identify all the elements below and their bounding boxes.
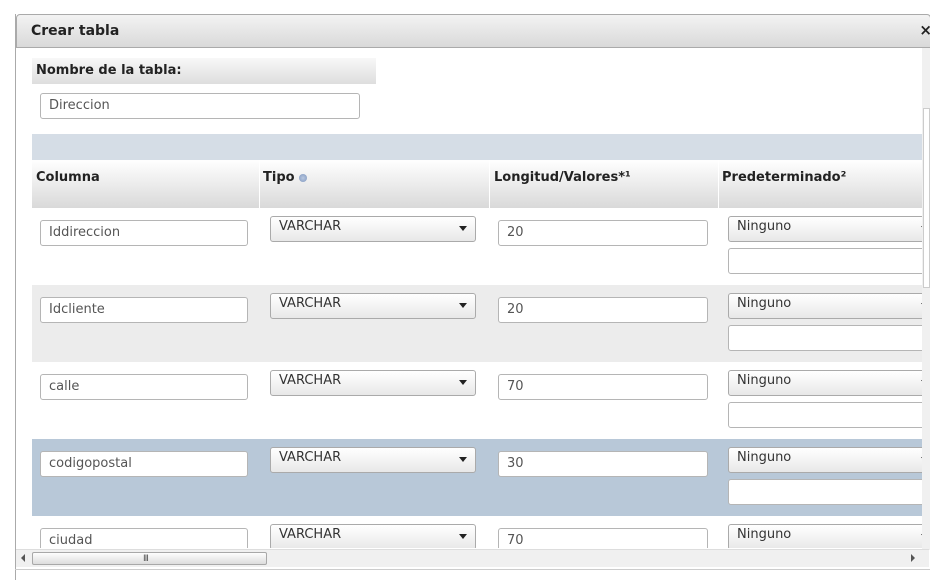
default-select[interactable]: Ninguno bbox=[728, 524, 929, 548]
scroll-left-icon[interactable] bbox=[21, 554, 25, 562]
default-value-input[interactable] bbox=[728, 248, 929, 274]
length-input[interactable]: 70 bbox=[498, 528, 708, 548]
vertical-scrollbar[interactable] bbox=[922, 48, 930, 550]
chevron-down-icon bbox=[459, 534, 467, 539]
dialog-titlebar[interactable]: Crear tabla × bbox=[16, 14, 930, 48]
chevron-down-icon bbox=[459, 226, 467, 231]
table-row: Iddireccion VARCHAR 20 Ninguno bbox=[32, 208, 929, 285]
header-columna: Columna bbox=[36, 170, 100, 185]
horizontal-scroll-thumb[interactable]: III bbox=[32, 552, 267, 565]
type-select[interactable]: VARCHAR bbox=[270, 524, 476, 548]
close-icon[interactable]: × bbox=[919, 21, 930, 39]
divider bbox=[15, 569, 930, 570]
default-select[interactable]: Ninguno bbox=[728, 293, 929, 319]
default-select-value: Ninguno bbox=[737, 219, 792, 234]
type-select-value: VARCHAR bbox=[279, 219, 342, 234]
chevron-down-icon bbox=[459, 457, 467, 462]
chevron-down-icon bbox=[459, 303, 467, 308]
scroll-grip: III bbox=[143, 554, 149, 564]
vertical-scroll-thumb[interactable] bbox=[923, 108, 930, 288]
table-row: Idcliente VARCHAR 20 Ninguno bbox=[32, 285, 929, 362]
length-input[interactable]: 20 bbox=[498, 220, 708, 246]
help-icon[interactable] bbox=[298, 173, 307, 182]
column-name-input[interactable]: Idcliente bbox=[40, 297, 248, 323]
dialog-title: Crear tabla bbox=[31, 23, 120, 39]
dialog-content: Nombre de la tabla: Direccion Columna Ti… bbox=[16, 48, 929, 548]
horizontal-scrollbar[interactable]: III bbox=[16, 549, 929, 567]
table-name-input[interactable]: Direccion bbox=[40, 93, 360, 119]
default-value-input[interactable] bbox=[728, 479, 929, 505]
default-select[interactable]: Ninguno bbox=[728, 447, 929, 473]
type-select[interactable]: VARCHAR bbox=[270, 293, 476, 319]
default-select-value: Ninguno bbox=[737, 527, 792, 542]
column-name-input[interactable]: ciudad bbox=[40, 528, 248, 548]
type-select-value: VARCHAR bbox=[279, 450, 342, 465]
length-input[interactable]: 20 bbox=[498, 297, 708, 323]
header-longitud: Longitud/Valores*¹ bbox=[494, 170, 631, 185]
default-select-value: Ninguno bbox=[737, 373, 792, 388]
header-divider bbox=[489, 160, 490, 208]
columns-header: Columna Tipo Longitud/Valores*¹ Predeter… bbox=[32, 160, 929, 208]
type-select-value: VARCHAR bbox=[279, 296, 342, 311]
column-name-input[interactable]: calle bbox=[40, 374, 248, 400]
header-divider bbox=[259, 160, 260, 208]
default-select-value: Ninguno bbox=[737, 450, 792, 465]
type-select-value: VARCHAR bbox=[279, 373, 342, 388]
table-row: codigopostal VARCHAR 30 Ninguno bbox=[32, 439, 929, 516]
column-name-input[interactable]: Iddireccion bbox=[40, 220, 248, 246]
type-select-value: VARCHAR bbox=[279, 527, 342, 542]
default-value-input[interactable] bbox=[728, 325, 929, 351]
header-tipo: Tipo bbox=[263, 170, 307, 185]
default-select-value: Ninguno bbox=[737, 296, 792, 311]
header-tipo-label: Tipo bbox=[263, 170, 295, 185]
table-row: ciudad VARCHAR 70 Ninguno bbox=[32, 516, 929, 548]
create-table-dialog: Crear tabla × Nombre de la tabla: Direcc… bbox=[15, 14, 930, 580]
default-select[interactable]: Ninguno bbox=[728, 370, 929, 396]
type-select[interactable]: VARCHAR bbox=[270, 216, 476, 242]
scroll-right-icon[interactable] bbox=[911, 554, 915, 562]
column-name-input[interactable]: codigopostal bbox=[40, 451, 248, 477]
type-select[interactable]: VARCHAR bbox=[270, 447, 476, 473]
default-value-input[interactable] bbox=[728, 402, 929, 428]
chevron-down-icon bbox=[459, 380, 467, 385]
default-select[interactable]: Ninguno bbox=[728, 216, 929, 242]
length-input[interactable]: 30 bbox=[498, 451, 708, 477]
length-input[interactable]: 70 bbox=[498, 374, 708, 400]
table-name-label: Nombre de la tabla: bbox=[32, 58, 376, 84]
header-divider bbox=[718, 160, 719, 208]
table-row: calle VARCHAR 70 Ninguno bbox=[32, 362, 929, 439]
header-predeterminado: Predeterminado² bbox=[722, 170, 847, 185]
type-select[interactable]: VARCHAR bbox=[270, 370, 476, 396]
header-band bbox=[32, 134, 929, 160]
